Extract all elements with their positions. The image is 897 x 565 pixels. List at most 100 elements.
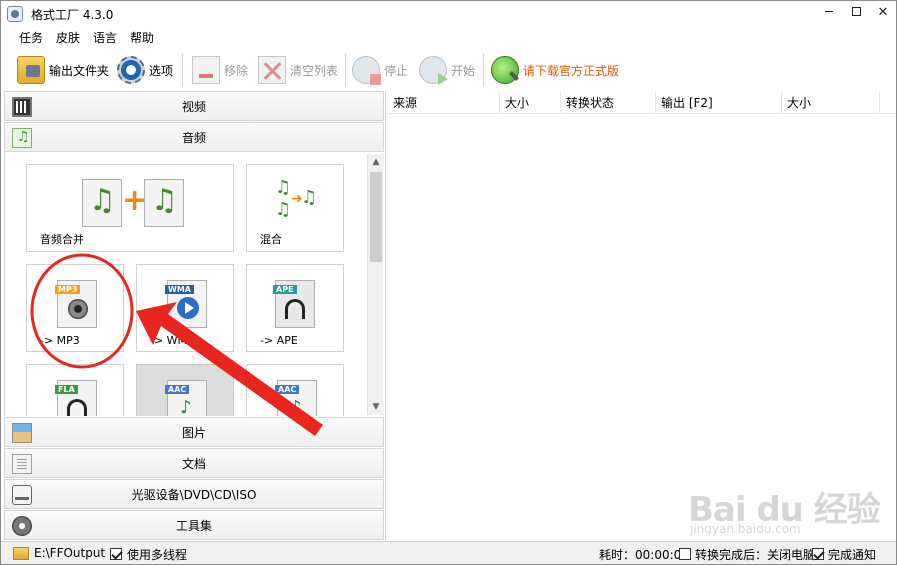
app-window: 格式工厂 4.3.0 ─ ✕ 任务 皮肤 语言 帮助 输出文件夹 选项 移除 清… (0, 0, 897, 565)
aac-badge: AAC (275, 385, 300, 394)
tile-to-wma[interactable]: WMA -> WMA (136, 264, 234, 352)
scroll-up-icon[interactable]: ▲ (368, 154, 384, 170)
start-icon (419, 56, 448, 85)
category-video-label: 视频 (181, 99, 206, 114)
tile-to-mp3[interactable]: MP3 -> MP3 (26, 264, 124, 352)
remove-label: 移除 (224, 63, 249, 78)
notify-label: 完成通知 (828, 548, 877, 562)
app-icon (7, 6, 23, 22)
clear-list-label: 清空列表 (290, 63, 339, 78)
after-done-checkbox[interactable] (679, 548, 691, 560)
toolbar: 输出文件夹 选项 移除 清空列表 停止 开始 请下载官方正式版 (1, 49, 896, 91)
column-status[interactable]: 转换状态 (561, 92, 656, 114)
mp3-file-icon: MP3 (55, 280, 97, 328)
category-image-label: 图片 (181, 425, 206, 440)
options-label: 选项 (149, 63, 174, 78)
output-path[interactable]: E:\FFOutput (34, 546, 105, 560)
category-disc-label: 光驱设备\DVD\CD\ISO (131, 487, 257, 502)
toolbar-separator (345, 53, 346, 87)
download-official-button[interactable]: 请下载官方正式版 (491, 55, 619, 85)
fla-badge: FLA (55, 385, 78, 394)
start-label: 开始 (451, 63, 476, 78)
column-output-size[interactable]: 大小 (782, 92, 880, 114)
wma-file-icon: WMA (165, 280, 207, 328)
tile-mix-label: 混合 (260, 233, 282, 246)
category-document-label: 文档 (181, 456, 206, 471)
options-button[interactable]: 选项 (117, 55, 173, 85)
tile-to-ape[interactable]: APE -> APE (246, 264, 344, 352)
folder-icon (17, 56, 45, 84)
tile-to-mp3-label: -> MP3 (40, 334, 80, 347)
audio-tools-grid: ♫ + ♫ 音频合并 ♫ ♫ ➜ ♫ 混合 MP3 -> MP3 WMA -> … (4, 152, 384, 416)
multithread-checkbox[interactable] (110, 548, 122, 560)
close-button[interactable]: ✕ (873, 4, 893, 22)
category-document[interactable]: 文档 (4, 448, 384, 478)
stop-label: 停止 (384, 63, 409, 78)
window-title: 格式工厂 4.3.0 (31, 8, 114, 22)
task-list[interactable]: 来源 大小 转换状态 输出 [F2] 大小 (388, 91, 896, 541)
ape-file-icon: APE (273, 280, 315, 328)
baidu-watermark: Bai du 经验 jingyan.baidu.com (688, 482, 888, 542)
clear-list-button[interactable]: 清空列表 (258, 55, 338, 85)
download-official-label: 请下载官方正式版 (523, 63, 620, 78)
status-bar: E:\FFOutput 使用多线程 耗时：00:00:00 转换完成后：关闭电脑… (1, 541, 896, 564)
aac-file-icon: AAC ♪ (275, 380, 317, 416)
scroll-thumb[interactable] (370, 172, 382, 262)
menu-task[interactable]: 任务 (19, 29, 43, 46)
start-button[interactable]: 开始 (419, 55, 475, 85)
mp3-badge: MP3 (55, 285, 81, 294)
disc-drive-icon (12, 485, 32, 505)
column-size[interactable]: 大小 (500, 92, 561, 114)
clear-icon (258, 56, 286, 84)
tile-to-fla[interactable]: FLA (26, 364, 124, 416)
stop-icon (352, 56, 381, 85)
scroll-down-icon[interactable]: ▼ (368, 399, 384, 415)
column-source[interactable]: 来源 (388, 92, 500, 114)
audio-merge-icon: ♫ + ♫ (82, 179, 184, 227)
maximize-button[interactable] (846, 4, 866, 22)
tile-to-ape-label: -> APE (260, 334, 298, 347)
menu-bar: 任务 皮肤 语言 帮助 (1, 27, 896, 47)
stop-button[interactable]: 停止 (352, 55, 408, 85)
category-disc[interactable]: 光驱设备\DVD\CD\ISO (4, 479, 384, 509)
category-audio-label: 音频 (181, 130, 206, 145)
tile-audio-merge-label: 音频合并 (40, 233, 84, 246)
category-tools-label: 工具集 (175, 518, 212, 533)
aac-file-icon: AAC ♪ (165, 380, 207, 416)
image-icon (12, 423, 32, 443)
menu-language[interactable]: 语言 (93, 29, 117, 46)
tile-to-aac[interactable]: AAC ♪ (136, 364, 234, 416)
tile-mix[interactable]: ♫ ♫ ➜ ♫ 混合 (246, 164, 344, 252)
remove-button[interactable]: 移除 (192, 55, 248, 85)
toolbar-separator (483, 53, 484, 87)
search-icon (491, 56, 519, 84)
ape-badge: APE (273, 285, 297, 294)
notify-checkbox[interactable] (812, 548, 824, 560)
multithread-label: 使用多线程 (127, 548, 188, 562)
output-folder-label: 输出文件夹 (49, 63, 110, 78)
wma-badge: WMA (165, 285, 194, 294)
menu-help[interactable]: 帮助 (130, 29, 154, 46)
elapsed-time: 耗时：00:00:00 (599, 548, 689, 562)
tools-icon (12, 516, 32, 536)
folder-icon[interactable] (13, 547, 29, 560)
minimize-button[interactable]: ─ (819, 4, 839, 22)
film-icon (12, 97, 32, 117)
remove-icon (192, 56, 220, 84)
category-panel: 视频 音频 ♫ + ♫ 音频合并 ♫ ♫ ➜ ♫ (4, 91, 386, 541)
audio-mix-icon: ♫ ♫ ➜ ♫ (275, 177, 318, 220)
tile-to-aac-alt[interactable]: AAC ♪ (246, 364, 344, 416)
fla-file-icon: FLA (55, 380, 97, 416)
category-image[interactable]: 图片 (4, 417, 384, 447)
category-audio[interactable]: 音频 (4, 122, 384, 152)
category-tools[interactable]: 工具集 (4, 510, 384, 540)
audio-grid-scrollbar[interactable]: ▲ ▼ (367, 154, 384, 415)
column-output[interactable]: 输出 [F2] (656, 92, 782, 114)
toolbar-separator (182, 53, 183, 87)
menu-skin[interactable]: 皮肤 (56, 29, 80, 46)
output-folder-button[interactable]: 输出文件夹 (17, 55, 109, 85)
tile-to-wma-label: -> WMA (150, 334, 195, 347)
tile-audio-merge[interactable]: ♫ + ♫ 音频合并 (26, 164, 234, 252)
aac-badge: AAC (165, 385, 190, 394)
category-video[interactable]: 视频 (4, 91, 384, 121)
